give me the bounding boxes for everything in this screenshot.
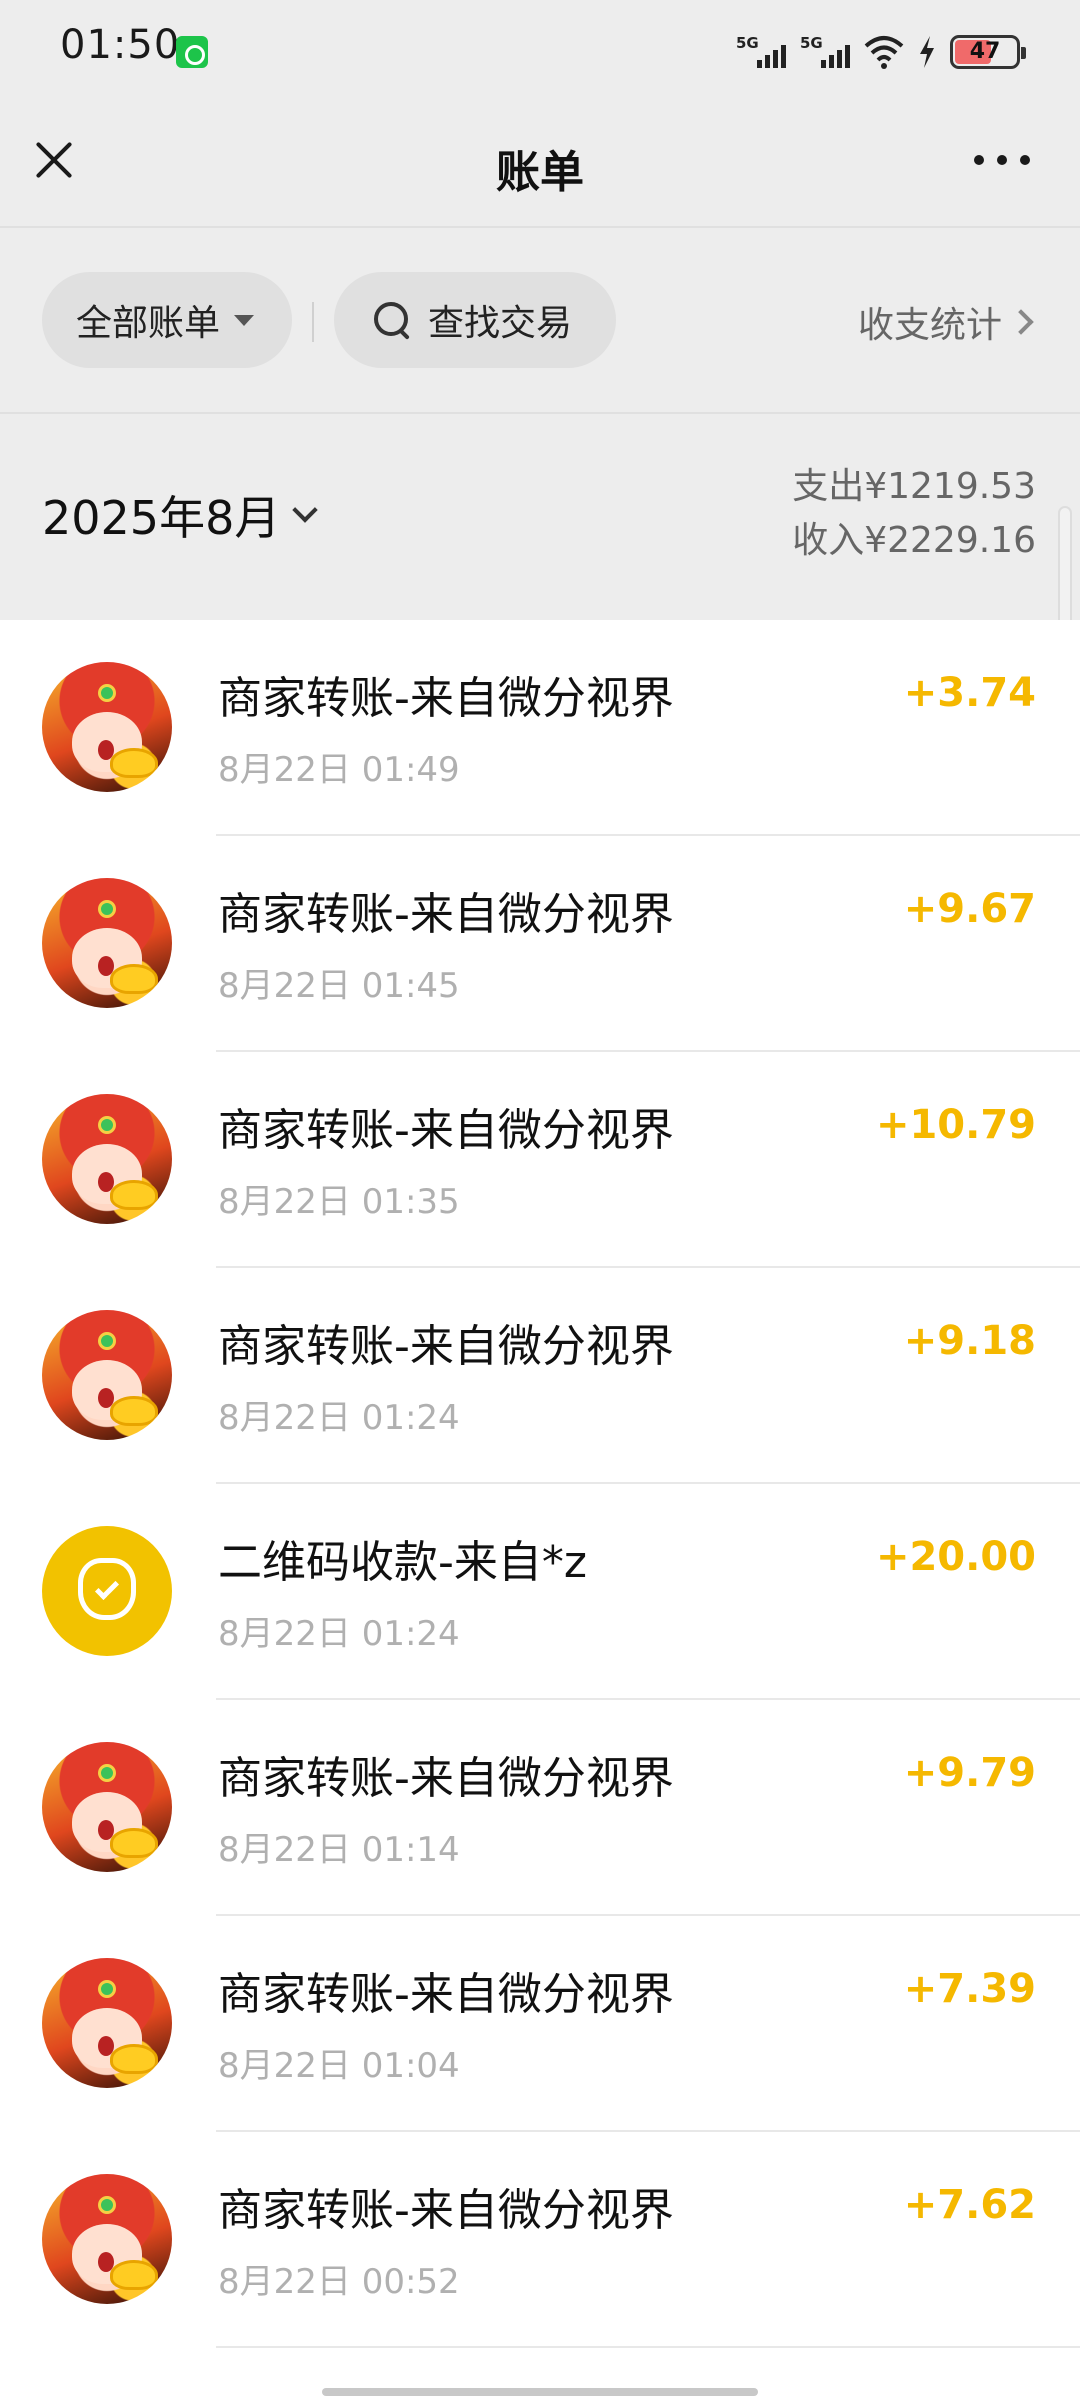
transaction-amount: +7.39: [903, 1966, 1036, 2012]
fortune-god-avatar: [42, 1958, 172, 2088]
transaction-amount: +3.74: [903, 670, 1036, 716]
search-label: 查找交易: [428, 303, 573, 344]
transaction-time: 8月22日 00:52: [218, 2262, 460, 2302]
fortune-god-avatar: [42, 1310, 172, 1440]
chevron-down-icon: [292, 497, 319, 523]
app-notification-icon: [176, 36, 208, 68]
row-divider: [216, 2346, 1080, 2348]
transaction-time: 8月22日 01:45: [218, 966, 460, 1006]
transaction-row[interactable]: 商家转账-来自微分视界 8月22日 01:49 +3.74: [0, 620, 1080, 836]
transaction-time: 8月22日 01:49: [218, 750, 460, 790]
signal-icon: 5G: [736, 32, 786, 72]
divider: [312, 302, 314, 342]
month-summary: 支出¥1219.53 收入¥2229.16: [792, 460, 1036, 568]
battery-level: 47: [969, 39, 1001, 64]
transaction-time: 8月22日 01:04: [218, 2046, 460, 2086]
status-bar: 01:50 5G 5G 47: [0, 0, 1080, 100]
transaction-time: 8月22日 01:35: [218, 1182, 460, 1222]
transaction-title: 商家转账-来自微分视界: [218, 2185, 674, 2236]
battery-icon: 47: [950, 35, 1026, 69]
search-icon: [372, 300, 412, 340]
transaction-amount: +10.79: [875, 1102, 1036, 1148]
fortune-god-avatar: [42, 1742, 172, 1872]
money-bag-icon: [42, 1526, 172, 1656]
transaction-amount: +7.62: [903, 2182, 1036, 2228]
chevron-right-icon: [1008, 309, 1034, 335]
expense-total: 支出¥1219.53: [792, 466, 1036, 507]
transaction-title: 二维码收款-来自*z: [218, 1537, 587, 1588]
fortune-god-avatar: [42, 878, 172, 1008]
transaction-title: 商家转账-来自微分视界: [218, 1969, 674, 2020]
fortune-god-avatar: [42, 2174, 172, 2304]
transaction-title: 商家转账-来自微分视界: [218, 673, 674, 724]
transaction-title: 商家转账-来自微分视界: [218, 1321, 674, 1372]
fortune-god-avatar: [42, 662, 172, 792]
stats-label: 收支统计: [857, 305, 1002, 346]
income-expense-stats-link[interactable]: 收支统计: [857, 296, 1034, 348]
home-indicator[interactable]: [322, 2388, 758, 2396]
network-type-label: 5G: [736, 34, 759, 52]
all-bills-label: 全部账单: [76, 303, 221, 344]
transaction-row[interactable]: 商家转账-来自微分视界 8月22日 01:04 +7.39: [0, 1916, 1080, 2132]
all-bills-filter-button[interactable]: 全部账单: [42, 272, 292, 368]
transaction-title: 商家转账-来自微分视界: [218, 1105, 674, 1156]
dropdown-caret-icon: [234, 314, 255, 326]
scrollbar[interactable]: [1058, 506, 1072, 630]
network-type-label: 5G: [800, 34, 823, 52]
transaction-amount: +9.18: [903, 1318, 1036, 1364]
status-indicators: 5G 5G 47: [736, 28, 1026, 76]
transaction-row[interactable]: 商家转账-来自微分视界 8月22日 01:45 +9.67: [0, 836, 1080, 1052]
transaction-row[interactable]: 二维码收款-来自*z 8月22日 01:24 +20.00: [0, 1484, 1080, 1700]
page-title: 账单: [496, 147, 584, 198]
signal-icon: 5G: [800, 32, 850, 72]
transaction-row[interactable]: 商家转账-来自微分视界 8月22日 01:14 +9.79: [0, 1700, 1080, 1916]
fortune-god-avatar: [42, 1094, 172, 1224]
nav-bar: 账单: [0, 100, 1080, 228]
transaction-row[interactable]: 商家转账-来自微分视界 8月22日 01:24 +9.18: [0, 1268, 1080, 1484]
transaction-time: 8月22日 01:14: [218, 1830, 460, 1870]
transaction-row[interactable]: 商家转账-来自微分视界 8月22日 01:35 +10.79: [0, 1052, 1080, 1268]
more-options-icon[interactable]: [974, 150, 1030, 170]
transaction-row[interactable]: 商家转账-来自微分视界 8月22日 00:52 +7.62: [0, 2132, 1080, 2348]
transaction-list: 商家转账-来自微分视界 8月22日 01:49 +3.74 商家转账-来自微分视…: [0, 620, 1080, 2400]
charging-icon: [918, 34, 936, 70]
search-transactions-button[interactable]: 查找交易: [334, 272, 616, 368]
status-time: 01:50: [60, 22, 181, 68]
transaction-amount: +9.79: [903, 1750, 1036, 1796]
wifi-icon: [864, 34, 904, 70]
income-total: 收入¥2229.16: [792, 520, 1036, 561]
month-label: 2025年8月: [42, 491, 281, 545]
month-selector[interactable]: 2025年8月: [42, 482, 319, 548]
filter-bar: 全部账单 查找交易 收支统计: [0, 230, 1080, 414]
transaction-amount: +9.67: [903, 886, 1036, 932]
transaction-time: 8月22日 01:24: [218, 1614, 460, 1654]
transaction-amount: +20.00: [875, 1534, 1036, 1580]
transaction-time: 8月22日 01:24: [218, 1398, 460, 1438]
screen: 01:50 5G 5G 47 账单 全部账单 查找交易 收支统计 2025年8月…: [0, 0, 1080, 2400]
transaction-title: 商家转账-来自微分视界: [218, 889, 674, 940]
transaction-title: 商家转账-来自微分视界: [218, 1753, 674, 1804]
month-header: 2025年8月 支出¥1219.53 收入¥2229.16: [0, 416, 1080, 620]
